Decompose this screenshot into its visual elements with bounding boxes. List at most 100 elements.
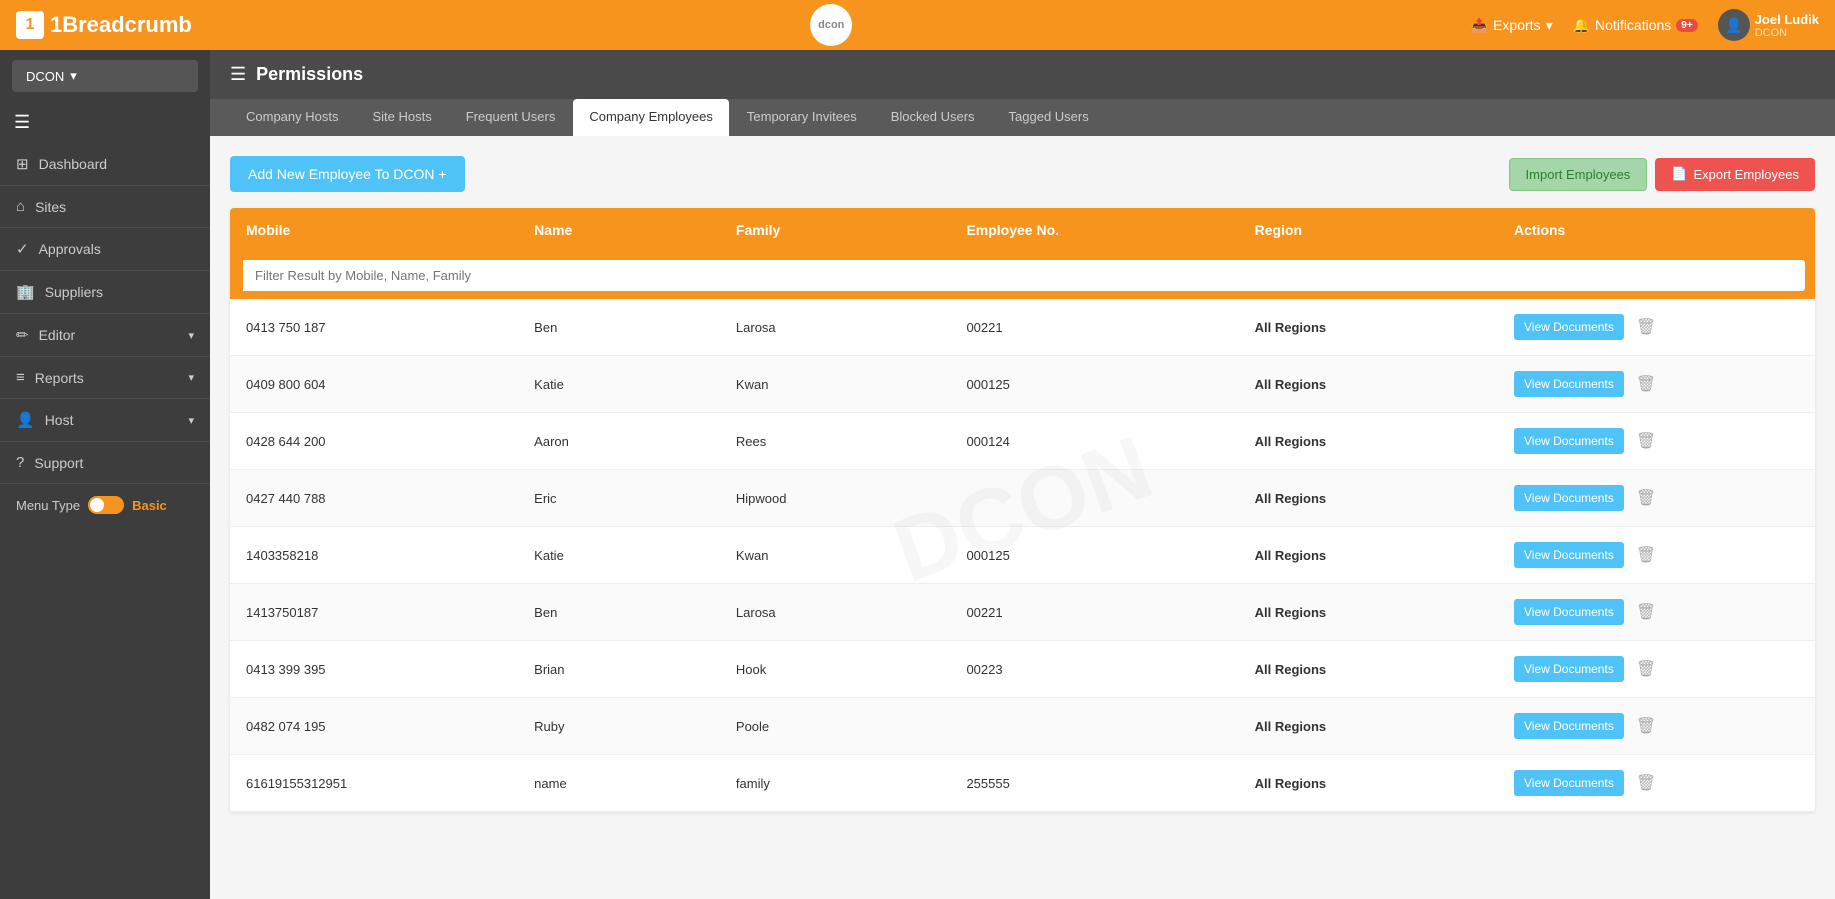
sidebar-item-approvals[interactable]: ✓ Approvals <box>0 228 210 271</box>
tab-frequent-users[interactable]: Frequent Users <box>450 99 572 136</box>
cell-employee-no: 00221 <box>950 584 1238 640</box>
reports-icon: ≡ <box>16 369 25 386</box>
table-header: Mobile Name Family Employee No. Region A… <box>230 208 1815 252</box>
table-row: 1413750187 Ben Larosa 00221 All Regions … <box>230 584 1815 641</box>
view-documents-button[interactable]: View Documents <box>1514 542 1624 568</box>
table-body: 0413 750 187 Ben Larosa 00221 All Region… <box>230 299 1815 812</box>
delete-button[interactable]: 🗑 <box>1632 769 1660 797</box>
brand-logo[interactable]: 1 1Breadcrumb <box>16 11 192 39</box>
toggle-knob <box>90 498 104 512</box>
view-documents-button[interactable]: View Documents <box>1514 770 1624 796</box>
view-documents-button[interactable]: View Documents <box>1514 599 1624 625</box>
menu-type-row: Menu Type Basic <box>0 484 210 526</box>
cell-actions: View Documents 🗑 <box>1498 299 1815 355</box>
view-documents-button[interactable]: View Documents <box>1514 485 1624 511</box>
avatar: 👤 <box>1718 9 1750 41</box>
cell-actions: View Documents 🗑 <box>1498 584 1815 640</box>
cell-region: All Regions <box>1239 698 1498 754</box>
delete-button[interactable]: 🗑 <box>1632 655 1660 683</box>
view-documents-button[interactable]: View Documents <box>1514 428 1624 454</box>
cell-employee-no: 000125 <box>950 356 1238 412</box>
reports-arrow-icon: ▾ <box>188 371 194 384</box>
top-nav-right: 📤 Exports ▾ 🔔 Notifications 9+ 👤 Joel Lu… <box>1471 9 1819 41</box>
user-nav-item[interactable]: 👤 Joel Ludik DCON <box>1718 9 1819 41</box>
sub-header-hamburger[interactable]: ☰ <box>230 64 246 85</box>
tab-temporary-invitees[interactable]: Temporary Invitees <box>731 99 873 136</box>
delete-button[interactable]: 🗑 <box>1632 541 1660 569</box>
sidebar-label-suppliers: Suppliers <box>45 284 103 300</box>
cell-mobile: 0428 644 200 <box>230 413 518 469</box>
exports-nav-item[interactable]: 📤 Exports ▾ <box>1471 17 1553 34</box>
menu-type-toggle[interactable] <box>88 496 124 514</box>
column-header-actions: Actions <box>1498 208 1815 252</box>
column-header-employee-no: Employee No. <box>950 208 1238 252</box>
dashboard-icon: ⊞ <box>16 155 29 173</box>
sidebar-item-support[interactable]: ? Support <box>0 442 210 484</box>
approvals-icon: ✓ <box>16 240 29 258</box>
host-arrow-icon: ▾ <box>188 414 194 427</box>
sub-header: ☰ Permissions <box>210 50 1835 99</box>
delete-button[interactable]: 🗑 <box>1632 370 1660 398</box>
view-documents-button[interactable]: View Documents <box>1514 656 1624 682</box>
view-documents-button[interactable]: View Documents <box>1514 371 1624 397</box>
sidebar-item-editor[interactable]: ✏ Editor ▾ <box>0 314 210 357</box>
editor-icon: ✏ <box>16 326 29 344</box>
cell-region: All Regions <box>1239 470 1498 526</box>
import-employees-button[interactable]: Import Employees <box>1509 158 1648 191</box>
user-name: Joel Ludik <box>1755 12 1819 27</box>
sidebar-label-editor: Editor <box>39 327 76 343</box>
sidebar-item-suppliers[interactable]: 🏢 Suppliers <box>0 271 210 314</box>
host-icon: 👤 <box>16 411 35 429</box>
filter-input[interactable] <box>240 260 1805 291</box>
brand-name: 1Breadcrumb <box>50 12 192 38</box>
notifications-nav-item[interactable]: 🔔 Notifications 9+ <box>1573 17 1698 34</box>
action-bar: Add New Employee To DCON + Import Employ… <box>230 156 1815 192</box>
cell-family: Rees <box>720 413 951 469</box>
view-documents-button[interactable]: View Documents <box>1514 713 1624 739</box>
tab-blocked-users[interactable]: Blocked Users <box>875 99 991 136</box>
tab-tagged-users[interactable]: Tagged Users <box>993 99 1105 136</box>
host-item-left: 👤 Host <box>16 411 73 429</box>
delete-button[interactable]: 🗑 <box>1632 484 1660 512</box>
sidebar-item-dashboard[interactable]: ⊞ Dashboard <box>0 143 210 186</box>
cell-mobile: 1403358218 <box>230 527 518 583</box>
table-row: 0413 750 187 Ben Larosa 00221 All Region… <box>230 299 1815 356</box>
view-documents-button[interactable]: View Documents <box>1514 314 1624 340</box>
main-content: ☰ Permissions Company Hosts Site Hosts F… <box>210 50 1835 899</box>
dcon-logo: dcon <box>810 4 852 46</box>
cell-mobile: 0427 440 788 <box>230 470 518 526</box>
sidebar-item-sites[interactable]: ⌂ Sites <box>0 186 210 228</box>
dcon-button[interactable]: DCON ▾ <box>12 60 198 92</box>
cell-name: name <box>518 755 720 811</box>
sidebar-item-host[interactable]: 👤 Host ▾ <box>0 399 210 442</box>
cell-actions: View Documents 🗑 <box>1498 470 1815 526</box>
delete-button[interactable]: 🗑 <box>1632 427 1660 455</box>
cell-region: All Regions <box>1239 356 1498 412</box>
editor-arrow-icon: ▾ <box>188 329 194 342</box>
tab-company-hosts[interactable]: Company Hosts <box>230 99 354 136</box>
cell-mobile: 0413 399 395 <box>230 641 518 697</box>
cell-family: family <box>720 755 951 811</box>
export-btn-label: Export Employees <box>1694 167 1800 182</box>
top-nav-center: dcon <box>192 4 1471 46</box>
export-employees-button[interactable]: 📄 Export Employees <box>1655 158 1815 191</box>
page-title: Permissions <box>256 64 363 85</box>
delete-button[interactable]: 🗑 <box>1632 313 1660 341</box>
add-employee-button[interactable]: Add New Employee To DCON + <box>230 156 465 192</box>
hamburger-button[interactable]: ☰ <box>0 102 44 143</box>
tab-company-employees[interactable]: Company Employees <box>573 99 729 136</box>
exports-label: Exports <box>1493 17 1540 33</box>
editor-item-left: ✏ Editor <box>16 326 75 344</box>
sidebar-label-approvals: Approvals <box>39 241 101 257</box>
sidebar-item-reports[interactable]: ≡ Reports ▾ <box>0 357 210 399</box>
cell-mobile: 0409 800 604 <box>230 356 518 412</box>
delete-button[interactable]: 🗑 <box>1632 712 1660 740</box>
cell-name: Ben <box>518 299 720 355</box>
cell-employee-no <box>950 698 1238 754</box>
tab-site-hosts[interactable]: Site Hosts <box>356 99 447 136</box>
exports-dropdown-icon: ▾ <box>1546 17 1553 34</box>
delete-button[interactable]: 🗑 <box>1632 598 1660 626</box>
user-org: DCON <box>1755 27 1819 39</box>
table-row: 0409 800 604 Katie Kwan 000125 All Regio… <box>230 356 1815 413</box>
table-row: 0428 644 200 Aaron Rees 000124 All Regio… <box>230 413 1815 470</box>
